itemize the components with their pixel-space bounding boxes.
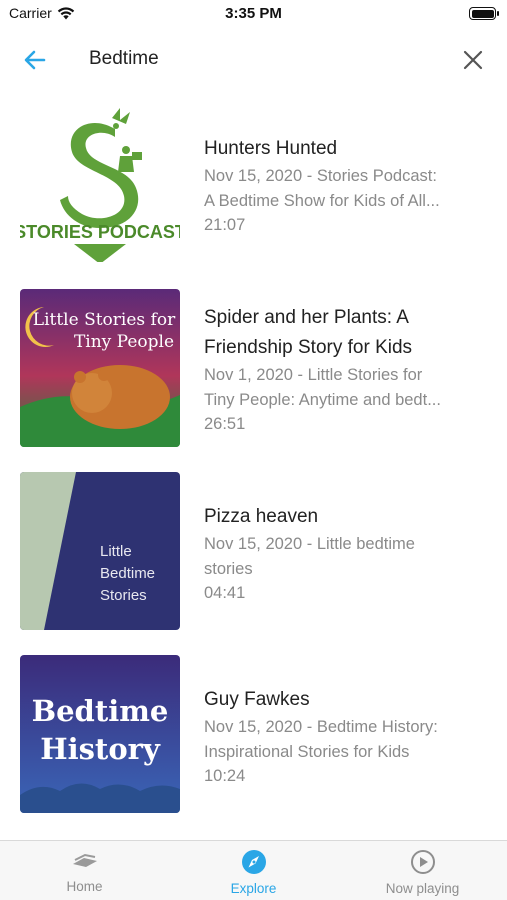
tab-home[interactable]: Home: [0, 841, 169, 900]
episode-subtitle-line2: Tiny People: Anytime and bedt...: [204, 390, 441, 409]
artwork-text-line1: Little: [100, 543, 132, 560]
episode-meta: Guy Fawkes Nov 15, 2020 - Bedtime Histor…: [204, 685, 467, 789]
tab-explore-label: Explore: [230, 881, 277, 896]
episode-subtitle-line1: Nov 15, 2020 - Stories Podcast:: [204, 167, 437, 185]
artwork-text-line1: Bedtime: [32, 694, 169, 728]
battery-icon: [469, 7, 499, 20]
logo-text: STORIES PODCAST: [20, 222, 180, 242]
episode-title-line2: Friendship Story for Kids: [204, 337, 413, 358]
episode-subtitle-line1: Nov 15, 2020 - Bedtime History:: [204, 718, 438, 736]
bedtime-history-artwork: Bedtime History: [20, 655, 180, 813]
episode-row[interactable]: Little Stories for Tiny People Spider an…: [0, 289, 507, 449]
artwork-text-line1: Little Stories for: [33, 310, 176, 330]
tab-now-playing-label: Now playing: [385, 881, 460, 896]
compass-icon: [241, 850, 266, 874]
home-icon: [72, 853, 97, 867]
episode-row[interactable]: STORIES PODCAST Hunters Hunted Nov 15, 2…: [0, 104, 507, 264]
tab-now-playing[interactable]: Now playing: [338, 841, 507, 900]
episode-title: Hunters Hunted: [204, 138, 338, 159]
podcast-artwork: Bedtime History: [20, 655, 180, 813]
nav-bar: Bedtime: [0, 38, 507, 82]
arrow-left-icon: [24, 50, 46, 70]
tab-home-label: Home: [66, 879, 103, 894]
episode-duration: 26:51: [204, 415, 246, 433]
tab-bar: Home Explore Now playing: [0, 840, 507, 900]
status-time: 3:35 PM: [225, 5, 282, 22]
tab-explore[interactable]: Explore: [169, 841, 338, 900]
episode-title: Guy Fawkes: [204, 689, 310, 710]
stories-podcast-logo: STORIES PODCAST: [20, 104, 180, 262]
episode-meta: Hunters Hunted Nov 15, 2020 - Stories Po…: [204, 134, 467, 238]
play-circle-icon: [410, 850, 435, 874]
page-title: Bedtime: [89, 48, 159, 69]
close-button[interactable]: [459, 46, 487, 74]
close-icon: [463, 50, 483, 70]
artwork-text-line2: Tiny People: [74, 332, 174, 352]
podcast-artwork: Little Stories for Tiny People: [20, 289, 180, 447]
little-bedtime-stories-artwork: Little Bedtime Stories: [20, 472, 180, 630]
episode-subtitle-line1: Nov 1, 2020 - Little Stories for: [204, 366, 423, 384]
episode-title: Pizza heaven: [204, 506, 319, 527]
episode-subtitle-line2: Inspirational Stories for Kids: [204, 742, 410, 761]
artwork-text-line2: History: [40, 732, 161, 766]
podcast-artwork: STORIES PODCAST: [20, 104, 180, 262]
episode-row[interactable]: Little Bedtime Stories Pizza heaven Nov …: [0, 472, 507, 632]
episode-duration: 04:41: [204, 584, 246, 602]
little-stories-artwork: Little Stories for Tiny People: [20, 289, 180, 447]
status-bar: Carrier 3:35 PM: [0, 0, 507, 30]
battery-level: [471, 9, 494, 18]
episode-meta: Pizza heaven Nov 15, 2020 - Little bedti…: [204, 502, 467, 606]
episode-meta: Spider and her Plants: A Friendship Stor…: [204, 303, 467, 437]
back-button[interactable]: [18, 46, 52, 74]
episode-row[interactable]: Bedtime History Guy Fawkes Nov 15, 2020 …: [0, 655, 507, 815]
artwork-text-line3: Stories: [100, 587, 147, 604]
episode-subtitle-line1: Nov 15, 2020 - Little bedtime: [204, 535, 415, 553]
episode-subtitle-line2: A Bedtime Show for Kids of All...: [204, 191, 440, 210]
podcast-artwork: Little Bedtime Stories: [20, 472, 180, 630]
episode-duration: 21:07: [204, 216, 246, 234]
episode-duration: 10:24: [204, 767, 246, 785]
episode-subtitle-line2: stories: [204, 559, 253, 578]
artwork-text-line2: Bedtime: [100, 565, 155, 582]
episode-title-line1: Spider and her Plants: A: [204, 307, 409, 328]
